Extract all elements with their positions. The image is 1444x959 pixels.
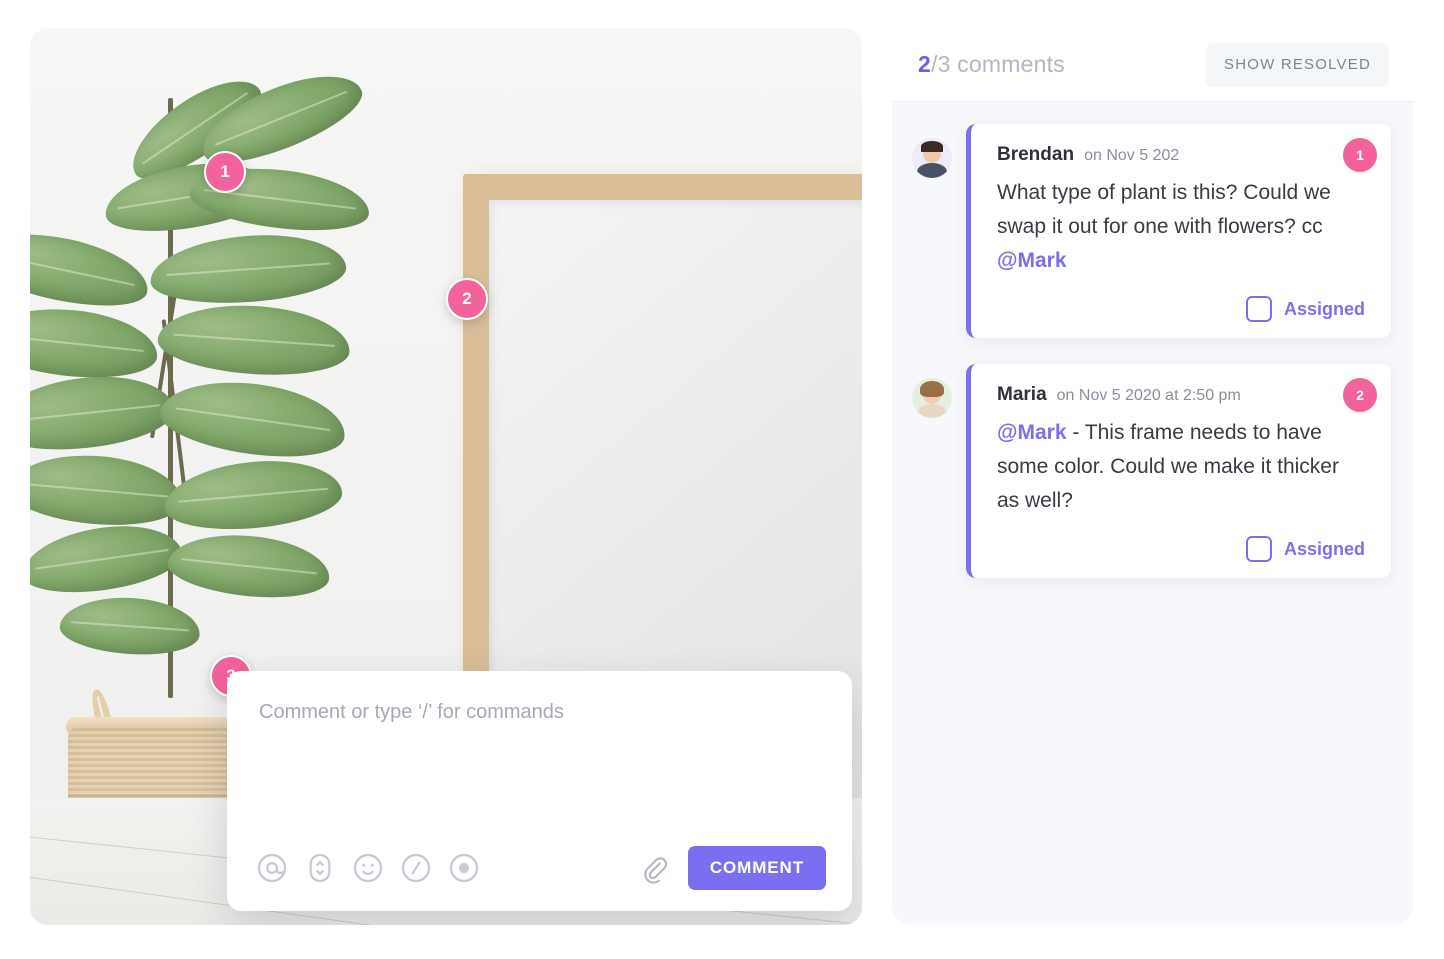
show-resolved-button[interactable]: SHOW RESOLVED — [1205, 42, 1389, 87]
comment-pin-number: 2 — [1343, 378, 1377, 413]
avatar-brendan — [912, 138, 952, 178]
comment-mention[interactable]: @Mark — [997, 421, 1067, 444]
avatar-maria — [912, 378, 952, 419]
comment-text: What type of plant is this? Could we swa… — [997, 176, 1365, 278]
composer-toolbar: COMMENT — [227, 825, 852, 911]
assigned-checkbox[interactable] — [1245, 536, 1272, 563]
priority-icon[interactable] — [303, 851, 337, 885]
comment-meta: Brendan on Nov 5 202 — [997, 144, 1365, 166]
comment-author: Brendan — [997, 144, 1075, 165]
emoji-icon[interactable] — [351, 851, 385, 885]
comment-item[interactable]: 2 Maria on Nov 5 2020 at 2:50 pm @Mark -… — [892, 364, 1413, 579]
comment-item[interactable]: 1 Brendan on Nov 5 202 What type of plan… — [892, 124, 1413, 339]
comments-panel: 2/3 comments SHOW RESOLVED 1 Brendan on … — [892, 28, 1413, 925]
comment-input[interactable] — [259, 697, 824, 817]
comments-panel-header: 2/3 comments SHOW RESOLVED — [892, 28, 1413, 102]
comment-count: 2/3 comments — [918, 51, 1065, 78]
comment-mention[interactable]: @Mark — [997, 249, 1067, 272]
comment-bubble[interactable]: 1 Brendan on Nov 5 202 What type of plan… — [966, 124, 1391, 339]
comment-timestamp: on Nov 5 202 — [1084, 147, 1180, 164]
comment-pin-number: 1 — [1343, 138, 1377, 172]
image-canvas[interactable]: 1 2 3 — [30, 28, 862, 925]
paperclip-icon[interactable] — [638, 852, 668, 884]
comment-count-resolved: 2 — [918, 51, 931, 77]
assigned-checkbox[interactable] — [1245, 296, 1272, 323]
app-shell: 1 2 3 — [0, 0, 1444, 959]
slash-command-icon[interactable] — [399, 851, 433, 885]
comment-text: @Mark - This frame needs to have some co… — [997, 416, 1365, 518]
comment-bubble[interactable]: 2 Maria on Nov 5 2020 at 2:50 pm @Mark -… — [966, 364, 1391, 579]
comment-count-total: /3 comments — [931, 51, 1065, 77]
comment-meta: Maria on Nov 5 2020 at 2:50 pm — [997, 384, 1365, 406]
comment-list: 1 Brendan on Nov 5 202 What type of plan… — [892, 102, 1413, 925]
mention-icon[interactable] — [255, 851, 289, 885]
comment-timestamp: on Nov 5 2020 at 2:50 pm — [1056, 387, 1241, 405]
canvas-pin-1[interactable]: 1 — [204, 151, 246, 193]
comment-composer[interactable]: COMMENT — [227, 671, 852, 911]
comment-author: Maria — [997, 384, 1047, 406]
comment-text-before: What type of plant is this? Could we swa… — [997, 181, 1331, 239]
record-icon[interactable] — [447, 851, 481, 885]
canvas-pin-2[interactable]: 2 — [446, 278, 488, 320]
assigned-label: Assigned — [1283, 298, 1365, 319]
comment-footer: Assigned — [997, 296, 1365, 323]
submit-comment-button[interactable]: COMMENT — [687, 846, 826, 890]
assigned-label: Assigned — [1283, 538, 1365, 559]
comment-footer: Assigned — [997, 536, 1365, 563]
